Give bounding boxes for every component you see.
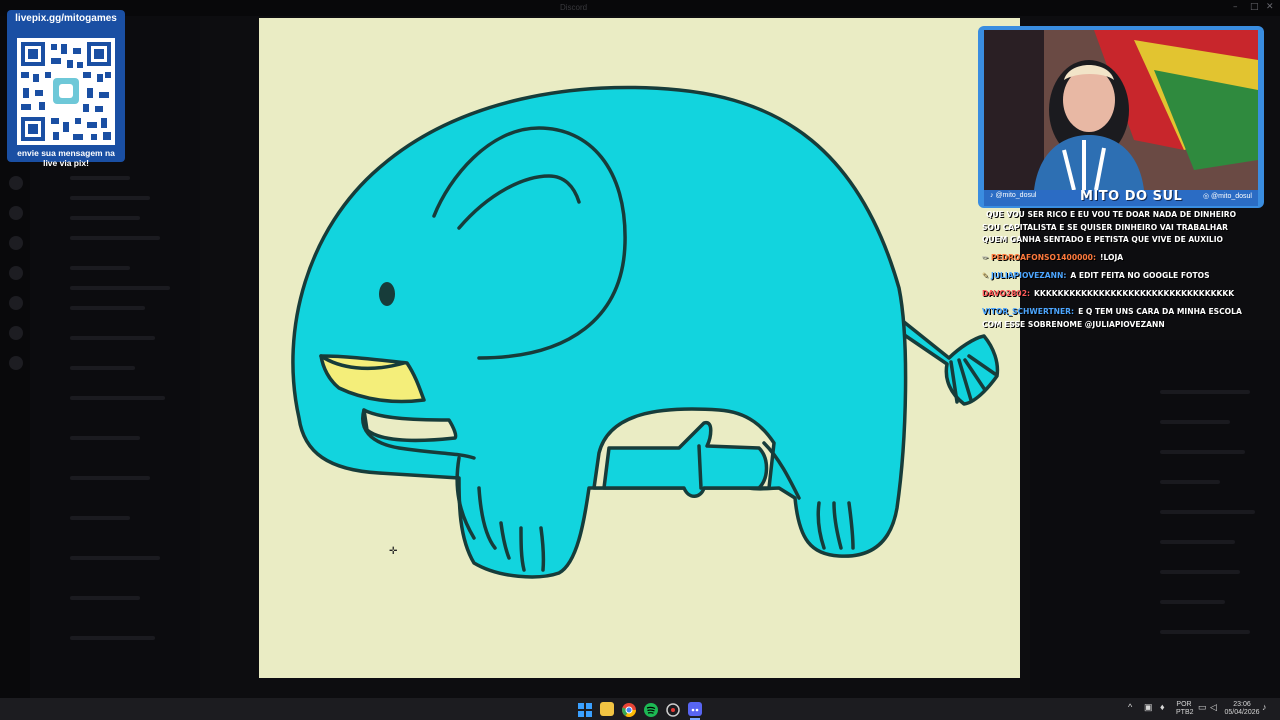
server-icon[interactable]	[9, 176, 23, 190]
crosshair-cursor-icon: ✛	[389, 546, 398, 557]
channel-item[interactable]	[70, 216, 140, 220]
start-icon[interactable]	[578, 702, 592, 717]
streamer-name: MITO DO SUL	[1080, 189, 1183, 204]
channel-item[interactable]	[70, 306, 145, 310]
chat-username: JULIAPIOVEZANN:	[991, 271, 1067, 280]
tiktok-handle-text: @mito_dosul	[995, 192, 1037, 199]
drawing-canvas[interactable]	[259, 18, 1020, 678]
channel-item[interactable]	[70, 596, 140, 600]
member-item[interactable]	[1160, 390, 1250, 394]
notification-bell-icon[interactable]: ♪	[1262, 703, 1267, 712]
channel-item[interactable]	[70, 516, 130, 520]
channel-item[interactable]	[70, 636, 155, 640]
taskbar: ^ ▣ ♦ POR PTB2 ▭ ◁ 23:06 05/04/2026 ♪	[0, 698, 1280, 720]
chrome-icon[interactable]	[622, 702, 636, 717]
channel-item[interactable]	[70, 436, 140, 440]
member-list	[1030, 340, 1280, 698]
member-item[interactable]	[1160, 480, 1220, 484]
qr-card-caption: envie sua mensagem na live via pix!	[7, 148, 125, 168]
member-item[interactable]	[1160, 570, 1240, 574]
channel-item[interactable]	[70, 196, 150, 200]
webcam-overlay: ♪ @mito_dosul MITO DO SUL ◎ @mito_dosul	[978, 26, 1264, 208]
channel-item[interactable]	[70, 476, 150, 480]
instagram-handle: ◎ @mito_dosul	[1202, 193, 1252, 200]
member-item[interactable]	[1160, 540, 1235, 544]
discord-icon[interactable]	[688, 702, 702, 716]
language-code: POR	[1176, 701, 1192, 708]
server-icon[interactable]	[9, 266, 23, 280]
title-bar: Discord – □ ✕	[0, 0, 1280, 16]
server-icon[interactable]	[9, 356, 23, 370]
instagram-handle-text: @mito_dosul	[1211, 193, 1252, 200]
channel-item[interactable]	[70, 286, 170, 290]
clock[interactable]: 23:06 05/04/2026	[1224, 701, 1260, 717]
network-icon[interactable]: ▭	[1198, 703, 1207, 712]
chat-username: DAVO2802:	[982, 289, 1031, 298]
channel-item[interactable]	[70, 556, 160, 560]
elephant-drawing	[291, 85, 1000, 579]
chat-text: A EDIT FEITA NO GOOGLE FOTOS	[1070, 271, 1210, 280]
channel-item[interactable]	[70, 176, 130, 180]
pencil-badge-icon: ✎	[982, 271, 992, 280]
qr-caption-line: live via pix!	[43, 158, 89, 168]
member-item[interactable]	[1160, 630, 1250, 634]
chat-overlay: QUE VOU SER RICO E EU VOU TE DOAR NADA D…	[982, 209, 1244, 337]
sword-badge-icon: ✑	[982, 253, 992, 262]
close-button[interactable]: ✕	[1266, 2, 1274, 12]
spotify-icon[interactable]	[644, 702, 658, 717]
clock-date: 05/04/2026	[1224, 709, 1260, 716]
qr-donation-card: livepix.gg/mitogames envie sua mensagem …	[7, 10, 125, 168]
qr-code-icon[interactable]	[17, 38, 115, 145]
file-explorer-icon[interactable]	[600, 702, 614, 716]
clock-time: 23:06	[1233, 701, 1251, 708]
chat-text: KKKKKKKKKKKKKKKKKKKKKKKKKKKKKKKKKK	[1034, 289, 1235, 298]
server-icon[interactable]	[9, 326, 23, 340]
chat-message: QUE VOU SER RICO E EU VOU TE DOAR NADA D…	[982, 209, 1244, 247]
server-icon[interactable]	[9, 206, 23, 220]
window-title: Discord	[560, 3, 588, 12]
language-indicator[interactable]: POR PTB2	[1176, 701, 1194, 717]
chat-text: !LOJA	[1100, 253, 1124, 262]
channel-item[interactable]	[70, 366, 135, 370]
member-item[interactable]	[1160, 420, 1230, 424]
keyboard-layout: PTB2	[1176, 709, 1194, 716]
member-item[interactable]	[1160, 600, 1225, 604]
chat-message: ✎ JULIAPIOVEZANN: A EDIT FEITA NO GOOGLE …	[982, 270, 1244, 283]
chat-message: ✑ PEDROAFONSO1400000: !LOJA	[982, 252, 1244, 265]
minimize-button[interactable]: –	[1233, 2, 1238, 12]
server-icon[interactable]	[9, 236, 23, 250]
channel-item[interactable]	[70, 236, 160, 240]
chat-message: DAVO2802: KKKKKKKKKKKKKKKKKKKKKKKKKKKKKKK…	[982, 288, 1244, 301]
channel-item[interactable]	[70, 336, 155, 340]
qr-caption-line: envie sua mensagem na	[17, 148, 115, 158]
tiktok-handle: ♪ @mito_dosul	[990, 192, 1037, 199]
channel-item[interactable]	[70, 396, 165, 400]
tray-app-icon[interactable]: ▣	[1144, 703, 1153, 712]
chat-username: VITOR_SCHWERTNER:	[982, 307, 1075, 316]
chat-username: PEDROAFONSO1400000:	[991, 253, 1096, 262]
member-item[interactable]	[1160, 510, 1255, 514]
qr-card-title: livepix.gg/mitogames	[15, 13, 117, 24]
maximize-button[interactable]: □	[1250, 2, 1259, 12]
chat-message: VITOR_SCHWERTNER: E Q TEM UNS CARA DA MIN…	[982, 306, 1244, 331]
microphone-icon[interactable]: ♦	[1160, 703, 1165, 712]
member-item[interactable]	[1160, 450, 1245, 454]
webcam-feed	[984, 30, 1258, 190]
game-launcher-icon[interactable]	[666, 702, 680, 717]
server-icon[interactable]	[9, 296, 23, 310]
tray-overflow-icon[interactable]: ^	[1128, 703, 1132, 712]
channel-item[interactable]	[70, 266, 130, 270]
webcam-nameplate: ♪ @mito_dosul MITO DO SUL ◎ @mito_dosul	[984, 189, 1258, 206]
chat-text: QUE VOU SER RICO E EU VOU TE DOAR NADA D…	[982, 210, 1237, 244]
volume-icon[interactable]: ◁	[1210, 703, 1217, 712]
